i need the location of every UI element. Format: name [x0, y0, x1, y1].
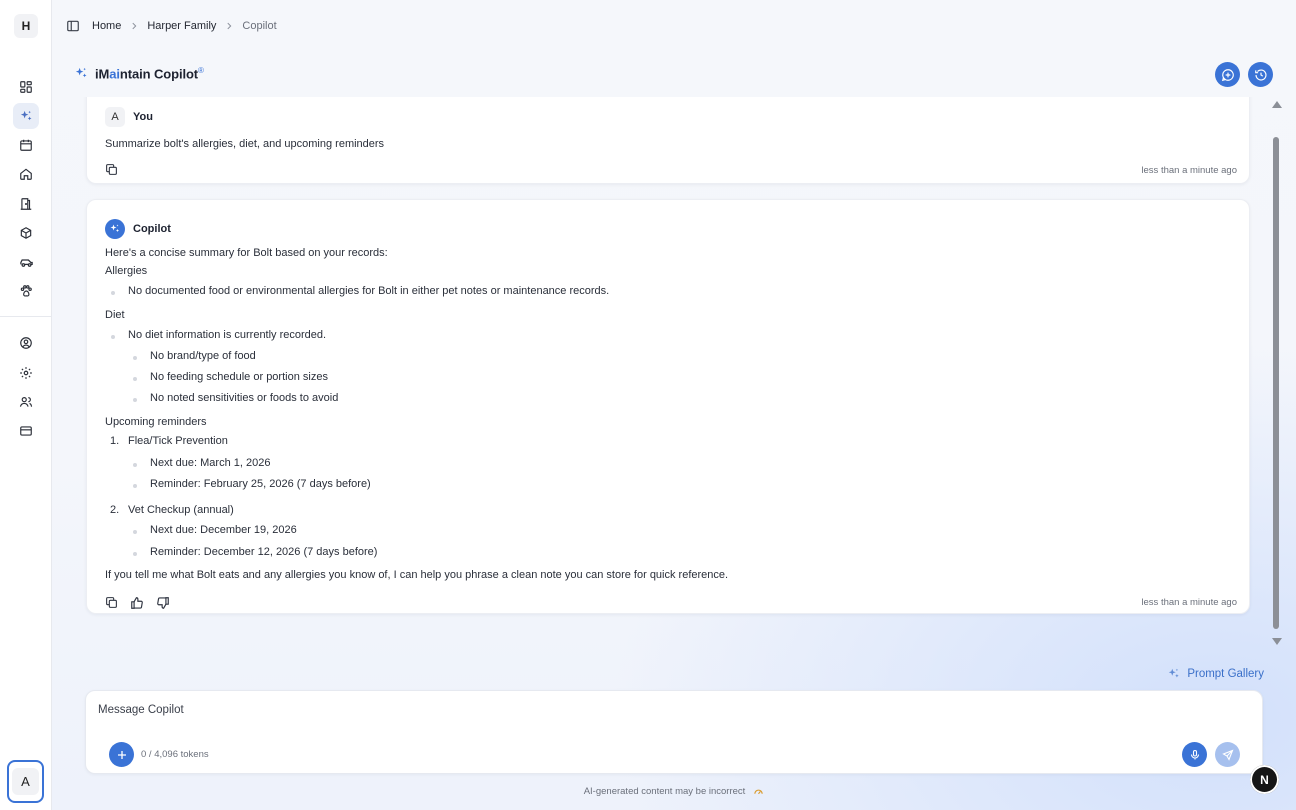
sparkle-icon [1167, 667, 1181, 681]
sidebar-divider [0, 316, 51, 317]
disclaimer-text: AI-generated content may be incorrect [583, 786, 746, 797]
user-message-text: Summarize bolt's allergies, diet, and up… [105, 138, 385, 150]
microphone-icon [1189, 749, 1201, 761]
conversation-thread: A You Summarize bolt's allergies, diet, … [52, 97, 1296, 650]
copilot-message-actions [105, 596, 170, 610]
door-icon [19, 197, 33, 211]
corner-badge[interactable]: N [1250, 765, 1279, 794]
scroll-down-arrow-icon[interactable] [1272, 638, 1282, 645]
copy-icon[interactable] [105, 163, 118, 176]
thumbs-down-icon[interactable] [156, 596, 170, 610]
account-button[interactable]: A [7, 760, 44, 803]
message-composer: 0 / 4,096 tokens [85, 690, 1263, 774]
sidebar-item-pets[interactable] [13, 278, 39, 304]
chevron-right-icon [129, 21, 139, 31]
credit-card-icon [19, 424, 33, 438]
copilot-author-name: Copilot [133, 223, 171, 235]
box-icon [19, 226, 33, 240]
user-author-name: You [133, 111, 153, 123]
prompt-gallery-label: Prompt Gallery [1187, 668, 1264, 680]
new-chat-button[interactable] [1215, 62, 1240, 87]
list-item: No documented food or environmental alle… [110, 285, 610, 297]
copilot-author-row: Copilot [105, 219, 171, 239]
voice-input-button[interactable] [1182, 742, 1207, 767]
reminder-item-title: 2. Vet Checkup (annual) [110, 504, 234, 516]
sidebar-item-members[interactable] [13, 389, 39, 415]
user-circle-icon [19, 336, 33, 350]
workspace-avatar[interactable]: H [14, 14, 38, 38]
intro-text: Here's a concise summary for Bolt based … [105, 247, 388, 259]
ai-disclaimer: AI-generated content may be incorrect [52, 786, 1296, 797]
account-avatar: A [12, 768, 39, 795]
copilot-message-timestamp: less than a minute ago [1141, 597, 1237, 608]
list-item: Reminder: December 12, 2026 (7 days befo… [132, 546, 378, 558]
user-author-row: A You [105, 107, 153, 127]
closing-text: If you tell me what Bolt eats and any al… [105, 569, 729, 581]
calendar-icon [19, 138, 33, 152]
conversation-scrollbar[interactable] [1271, 97, 1282, 650]
sidebar: H A [0, 0, 52, 810]
scroll-up-arrow-icon[interactable] [1272, 101, 1282, 108]
users-icon [19, 395, 33, 409]
copy-icon[interactable] [105, 596, 118, 610]
list-item: Next due: December 19, 2026 [133, 524, 297, 536]
history-button[interactable] [1248, 62, 1273, 87]
sparkle-icon [19, 109, 34, 124]
token-counter: 0 / 4,096 tokens [141, 749, 209, 760]
gauge-icon [753, 786, 764, 797]
message-input[interactable] [98, 704, 1098, 716]
page-header: iMaintain Copilot® [74, 66, 204, 81]
sidebar-item-billing[interactable] [13, 418, 39, 444]
reminders-heading: Upcoming reminders [105, 416, 207, 428]
sidebar-item-vehicles[interactable] [13, 249, 39, 275]
plus-icon [116, 749, 128, 761]
thumbs-up-icon[interactable] [130, 596, 144, 610]
sidebar-item-rooms[interactable] [13, 191, 39, 217]
copilot-message-card: Copilot Here's a concise summary for Bol… [86, 199, 1250, 614]
gear-icon [19, 366, 33, 380]
grid-icon [19, 80, 33, 94]
page-title: iMaintain Copilot® [95, 66, 204, 82]
user-message-timestamp: less than a minute ago [1141, 165, 1237, 176]
home-icon [19, 167, 33, 181]
copilot-avatar-icon [105, 219, 125, 239]
user-avatar: A [105, 107, 125, 127]
sidebar-item-dashboard[interactable] [13, 74, 39, 100]
chevron-right-icon [224, 21, 234, 31]
list-item: No feeding schedule or portion sizes [133, 371, 328, 383]
sidebar-item-settings[interactable] [13, 360, 39, 386]
list-item: No noted sensitivities or foods to avoid [132, 392, 339, 404]
list-item: No diet information is currently recorde… [110, 329, 327, 341]
list-item: No brand/type of food [133, 350, 256, 362]
main-area: Home Harper Family Copilot iMaintain Cop… [52, 0, 1296, 810]
list-item: Next due: March 1, 2026 [132, 457, 271, 469]
user-message-card: A You Summarize bolt's allergies, diet, … [86, 97, 1250, 184]
allergies-heading: Allergies [105, 265, 148, 277]
sidebar-item-copilot[interactable] [13, 103, 39, 129]
send-button[interactable] [1215, 742, 1240, 767]
list-item: Reminder: February 25, 2026 (7 days befo… [133, 478, 371, 490]
breadcrumb: Home Harper Family Copilot [66, 17, 277, 35]
sidebar-item-home[interactable] [13, 161, 39, 187]
history-icon [1254, 68, 1268, 82]
chat-plus-icon [1221, 68, 1235, 82]
sidebar-toggle-icon[interactable] [66, 19, 80, 33]
car-icon [19, 255, 34, 270]
sidebar-item-calendar[interactable] [13, 132, 39, 158]
user-message-actions [105, 163, 118, 176]
reminder-item-title: 1. Flea/Tick Prevention [110, 435, 228, 447]
attach-button[interactable] [109, 742, 134, 767]
send-icon [1221, 749, 1234, 761]
sidebar-item-items[interactable] [13, 220, 39, 246]
diet-heading: Diet [105, 309, 125, 321]
paw-icon [19, 284, 33, 298]
breadcrumb-family[interactable]: Harper Family [147, 20, 216, 32]
breadcrumb-current: Copilot [242, 20, 277, 32]
breadcrumb-home[interactable]: Home [92, 20, 121, 32]
sidebar-item-profile[interactable] [13, 330, 39, 356]
copilot-sparkle-icon [74, 66, 89, 81]
prompt-gallery-link[interactable]: Prompt Gallery [1167, 667, 1264, 681]
scrollbar-thumb[interactable] [1273, 137, 1279, 629]
